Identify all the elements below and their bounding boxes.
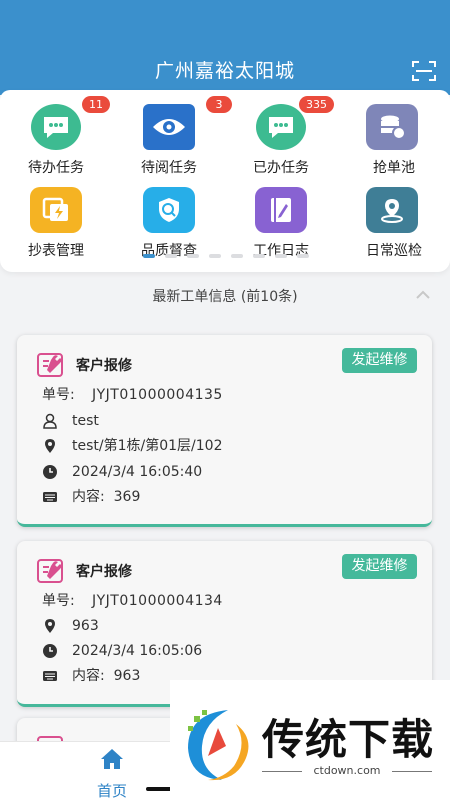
notebook-icon — [255, 187, 307, 233]
scan-icon[interactable] — [412, 60, 436, 82]
grid-item-to-read[interactable]: 3 待阅任务 — [113, 96, 232, 176]
wrench-repair-icon — [37, 353, 63, 377]
page-dot — [187, 254, 199, 258]
grid-item-label: 待办任务 — [28, 160, 84, 176]
section-title: 最新工单信息 (前10条) — [152, 289, 298, 305]
page-dot — [253, 254, 265, 258]
order-number: JYJT01000004135 — [92, 387, 223, 403]
grid-item-quality[interactable]: 品质督查 — [113, 187, 213, 259]
shield-search-icon — [143, 187, 195, 233]
app-header: 广州嘉裕太阳城 — [0, 0, 450, 95]
order-type: 客户报修 — [76, 564, 132, 580]
clock-icon — [43, 465, 57, 479]
page-dot — [275, 254, 287, 258]
database-icon — [366, 104, 418, 150]
grid-item-done[interactable]: 335 已办任务 — [225, 96, 334, 176]
watermark-divider — [392, 771, 432, 772]
watermark: 传统下载 ctdown.com — [170, 680, 450, 800]
order-location: 963 — [72, 618, 99, 634]
page-dot — [231, 254, 243, 258]
order-time: 2024/3/4 16:05:40 — [72, 464, 203, 480]
start-repair-button[interactable]: 发起维修 — [342, 554, 417, 579]
keyboard-icon — [43, 492, 57, 502]
home-icon — [101, 749, 123, 769]
tab-home-label: 首页 — [96, 782, 127, 800]
order-time: 2024/3/4 16:05:06 — [72, 643, 203, 659]
badge-count: 335 — [299, 96, 334, 113]
location-icon — [45, 439, 55, 453]
page-dot-active — [143, 254, 155, 258]
order-number-label: 单号: — [42, 593, 75, 609]
chevron-up-icon[interactable] — [416, 290, 430, 300]
order-location: test/第1栋/第01层/102 — [72, 438, 223, 454]
badge-count: 11 — [82, 96, 110, 113]
page-dot — [165, 254, 177, 258]
order-content: 内容: 963 — [72, 668, 141, 684]
order-content: 内容: 369 — [72, 489, 141, 505]
tab-home[interactable]: 首页 — [80, 748, 144, 800]
location-pin-icon — [366, 187, 418, 233]
function-grid: 11 待办任务 3 待阅任务 335 已办任务 抢单池 抄表管理 品质督查 工作… — [0, 90, 450, 272]
order-card[interactable]: 客户报修 发起维修 单号: JYJT01000004135 test test/… — [17, 335, 432, 527]
grid-item-label: 日常巡检 — [366, 243, 422, 259]
order-type: 客户报修 — [76, 358, 132, 374]
clock-icon — [43, 644, 57, 658]
watermark-name: 传统下载 — [262, 715, 435, 764]
grid-item-label: 抢单池 — [373, 160, 415, 176]
grid-item-order-pool[interactable]: 抢单池 — [338, 104, 438, 176]
page-dot — [209, 254, 221, 258]
grid-item-label: 待阅任务 — [141, 160, 197, 176]
grid-item-meter[interactable]: 抄表管理 — [0, 187, 100, 259]
location-icon — [45, 619, 55, 633]
meter-icon — [30, 187, 82, 233]
grid-item-label: 抄表管理 — [28, 243, 84, 259]
order-user: test — [72, 413, 99, 429]
order-number-label: 单号: — [42, 387, 75, 403]
keyboard-icon — [43, 671, 57, 681]
chat-bubble-icon — [31, 104, 81, 150]
user-icon — [43, 413, 57, 429]
wrench-repair-icon — [37, 559, 63, 583]
ctdown-logo — [188, 710, 249, 781]
page-title: 广州嘉裕太阳城 — [154, 60, 295, 82]
grid-item-todo[interactable]: 11 待办任务 — [0, 96, 110, 176]
start-repair-button[interactable]: 发起维修 — [342, 348, 417, 373]
order-number: JYJT01000004134 — [92, 593, 223, 609]
page-dot — [297, 254, 309, 258]
grid-item-work-log[interactable]: 工作日志 — [225, 187, 325, 259]
chat-bubble-icon — [256, 104, 306, 150]
grid-item-inspection[interactable]: 日常巡检 — [338, 187, 438, 259]
eye-icon — [143, 104, 195, 150]
grid-item-label: 已办任务 — [253, 160, 309, 176]
